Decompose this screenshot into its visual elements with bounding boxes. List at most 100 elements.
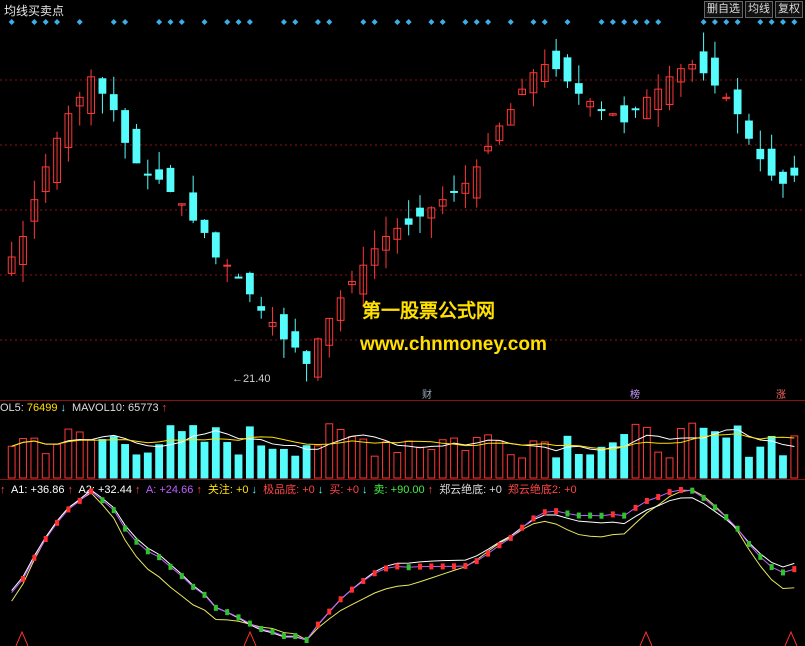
volume-bar <box>359 438 368 479</box>
volume-bar <box>87 439 95 479</box>
signal-diamond-icon <box>734 19 741 25</box>
volume-bar <box>268 448 277 479</box>
signal-diamond-icon <box>235 19 242 25</box>
trend-block <box>769 564 774 571</box>
ma-button[interactable]: 均线 <box>745 1 773 18</box>
trend-block <box>134 538 139 545</box>
volume-chart-svg <box>7 422 799 479</box>
limit-up-marker[interactable]: 涨 <box>776 386 786 401</box>
signal-diamond-icon <box>110 19 117 25</box>
candle-body <box>552 50 561 70</box>
volume-bar <box>495 440 504 479</box>
volume-chart[interactable] <box>0 400 805 480</box>
volume-bar <box>189 425 198 479</box>
volume-bar <box>790 435 799 479</box>
candle-body <box>245 272 254 295</box>
signal-diamond-icon <box>280 19 287 25</box>
volume-bar <box>461 449 470 479</box>
volume-bar <box>620 434 629 479</box>
finance-marker[interactable]: 财 <box>422 386 432 401</box>
candle-body <box>223 264 232 267</box>
trend-block <box>145 548 150 555</box>
trend-block <box>531 515 536 522</box>
signal-diamond-icon <box>507 19 514 25</box>
trend-block <box>440 563 445 570</box>
trend-block <box>293 633 298 640</box>
delete-favorite-button[interactable]: 删自选 <box>704 1 743 18</box>
watermark-title: 第一股票公式网 <box>362 300 496 322</box>
trend-block <box>633 504 638 511</box>
volume-bar <box>30 437 39 479</box>
signal-diamond-icon <box>42 19 49 25</box>
trend-block <box>656 494 661 501</box>
trend-block <box>236 614 241 621</box>
trend-block <box>508 534 513 541</box>
volume-bar <box>779 455 787 479</box>
volume-bar <box>336 428 345 479</box>
trend-block <box>712 504 717 511</box>
trend-block <box>746 541 751 548</box>
volume-bar <box>484 434 492 479</box>
volume-bar <box>665 457 674 479</box>
candle-body <box>756 148 765 160</box>
signal-diamond-icon <box>371 19 378 25</box>
indicator-chart-svg <box>11 487 798 646</box>
signal-diamond-icon <box>541 19 548 25</box>
volume-bar <box>586 454 595 479</box>
adjust-button[interactable]: 复权 <box>775 1 803 18</box>
signal-diamond-icon <box>360 19 367 25</box>
indicator-chart[interactable] <box>0 480 805 646</box>
title-bar: 均线买卖点 删自选 均线 复权 <box>0 0 805 18</box>
trend-block <box>66 506 71 513</box>
trend-block <box>452 563 457 570</box>
trend-block <box>202 591 207 598</box>
trend-block <box>281 633 286 640</box>
candle-body <box>166 167 175 192</box>
signal-diamond-icon <box>76 19 83 25</box>
volume-bar <box>98 439 107 479</box>
trend-block <box>21 575 26 582</box>
signal-diamond-icon <box>779 19 786 25</box>
volume-bar <box>41 453 50 479</box>
candle-body <box>631 108 640 111</box>
trend-block <box>565 510 570 517</box>
volume-bar <box>177 431 186 479</box>
trend-block <box>724 514 729 521</box>
trend-block <box>406 564 411 571</box>
trend-block <box>418 563 423 570</box>
volume-bar <box>234 454 243 479</box>
volume-bar <box>699 427 708 479</box>
volume-bar <box>631 423 640 479</box>
rank-marker[interactable]: 榜 <box>630 386 640 401</box>
mavol10-line <box>11 433 795 450</box>
trend-block <box>429 563 434 570</box>
candle-body <box>132 128 141 164</box>
signal-diamond-icon <box>314 19 321 25</box>
volume-bar <box>427 449 436 479</box>
trend-block <box>383 565 388 572</box>
trend-block <box>179 573 184 580</box>
volume-bar <box>722 437 731 479</box>
trend-block <box>474 558 479 565</box>
signal-diamond-icon <box>473 19 480 25</box>
signal-diamond-icon <box>31 19 38 25</box>
signal-diamond-icon <box>700 19 707 25</box>
signal-diamond-icon <box>598 19 605 25</box>
volume-bar <box>109 436 118 479</box>
candle-body <box>257 306 266 311</box>
bottom-signal-icon <box>243 630 257 646</box>
candle-body <box>404 218 413 225</box>
signal-diamond-icon <box>405 19 412 25</box>
trend-block <box>157 554 162 561</box>
signal-diamond-icon <box>326 19 333 25</box>
volume-bar <box>688 422 697 479</box>
candle-body <box>597 109 606 112</box>
signal-diamond-icon <box>768 19 775 25</box>
candle-body <box>109 94 118 111</box>
candle-body <box>234 276 243 279</box>
trend-block <box>690 487 695 494</box>
volume-bar <box>574 454 583 479</box>
signal-diamond-icon <box>201 19 208 25</box>
signal-diamond-icon <box>224 19 231 25</box>
signal-diamond-icon <box>655 19 662 25</box>
